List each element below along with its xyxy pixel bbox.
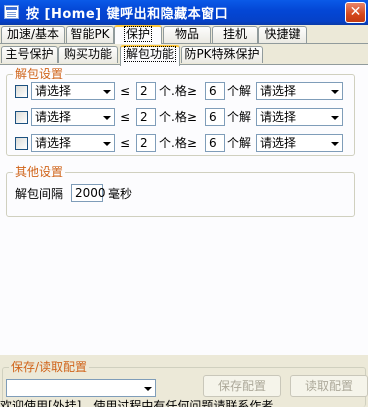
unpack-unit-label: 个解	[227, 136, 252, 150]
unpack-row-3-target-select[interactable]: 请选择	[256, 134, 343, 152]
chevron-down-icon[interactable]	[99, 110, 113, 124]
unpack-row-1-checkbox[interactable]	[15, 85, 28, 98]
tab-afk[interactable]: 挂机	[212, 26, 258, 43]
unpack-interval-input[interactable]: 2000	[71, 184, 106, 202]
tab-items[interactable]: 物品	[163, 26, 211, 43]
tab-main-protection[interactable]: 主号保护	[1, 46, 58, 63]
status-text: 欢迎使用[外挂]，使用过程中有任何问题请联系作者	[0, 399, 274, 407]
lte-symbol: ≤	[120, 110, 131, 124]
unpack-settings-title: 解包设置	[13, 67, 66, 81]
chevron-down-icon[interactable]	[327, 136, 341, 150]
tab-unpack[interactable]: 解包功能	[120, 45, 180, 66]
tab-protection[interactable]: 保护	[114, 25, 162, 44]
tab-hotkeys[interactable]: 快捷键	[258, 26, 307, 43]
unpack-unit-label: 个解	[227, 84, 252, 98]
chevron-down-icon[interactable]	[327, 84, 341, 98]
unpack-row-2-min-input[interactable]: 2	[136, 108, 156, 126]
interval-unit-label: 毫秒	[108, 187, 133, 201]
load-config-button[interactable]: 读取配置	[290, 375, 368, 397]
unpack-unit-label: 个解	[227, 110, 252, 124]
window-title: 按 [Home] 键呼出和隐藏本窗口	[26, 7, 229, 22]
unpack-row-2-item-select[interactable]: 请选择	[31, 108, 115, 126]
save-load-title: 保存/读取配置	[9, 360, 90, 374]
unit-label: 个.格≥	[159, 84, 197, 98]
unpack-row-3-min-input[interactable]: 2	[136, 134, 156, 152]
tab-strip-divider	[0, 43, 368, 44]
unpack-row-3-max-input[interactable]: 6	[205, 134, 225, 152]
unpack-row-2-max-input[interactable]: 6	[205, 108, 225, 126]
unpack-interval-label: 解包间隔	[15, 187, 64, 201]
tab-smart-pk[interactable]: 智能PK	[66, 26, 114, 43]
unpack-row-1-min-input[interactable]: 2	[136, 82, 156, 100]
unpack-row-3-item-select[interactable]: 请选择	[31, 134, 115, 152]
unpack-row-1-max-input[interactable]: 6	[205, 82, 225, 100]
unit-label: 个.格≥	[159, 110, 197, 124]
lte-symbol: ≤	[120, 136, 131, 150]
chevron-down-icon[interactable]	[99, 84, 113, 98]
unpack-row-1-target-select[interactable]: 请选择	[256, 82, 343, 100]
unpack-row-2-target-select[interactable]: 请选择	[256, 108, 343, 126]
unpack-row-2-checkbox[interactable]	[15, 111, 28, 124]
close-button[interactable]: ✕	[345, 2, 366, 23]
tab-accel-basic[interactable]: 加速/基本	[1, 26, 65, 43]
unpack-row-3-checkbox[interactable]	[15, 137, 28, 150]
tab-purchase[interactable]: 购买功能	[58, 46, 118, 63]
title-bar: 按 [Home] 键呼出和隐藏本窗口 ✕	[0, 0, 368, 25]
chevron-down-icon[interactable]	[327, 110, 341, 124]
save-config-button[interactable]: 保存配置	[203, 375, 281, 397]
unpack-row-1-item-select[interactable]: 请选择	[31, 82, 115, 100]
app-window-icon	[4, 5, 19, 19]
tab-anti-pk[interactable]: 防PK特殊保护	[181, 46, 263, 63]
unit-label: 个.格≥	[159, 136, 197, 150]
config-select[interactable]	[6, 379, 156, 397]
chevron-down-icon[interactable]	[140, 381, 154, 395]
chevron-down-icon[interactable]	[99, 136, 113, 150]
other-settings-title: 其他设置	[13, 165, 66, 179]
lte-symbol: ≤	[120, 84, 131, 98]
